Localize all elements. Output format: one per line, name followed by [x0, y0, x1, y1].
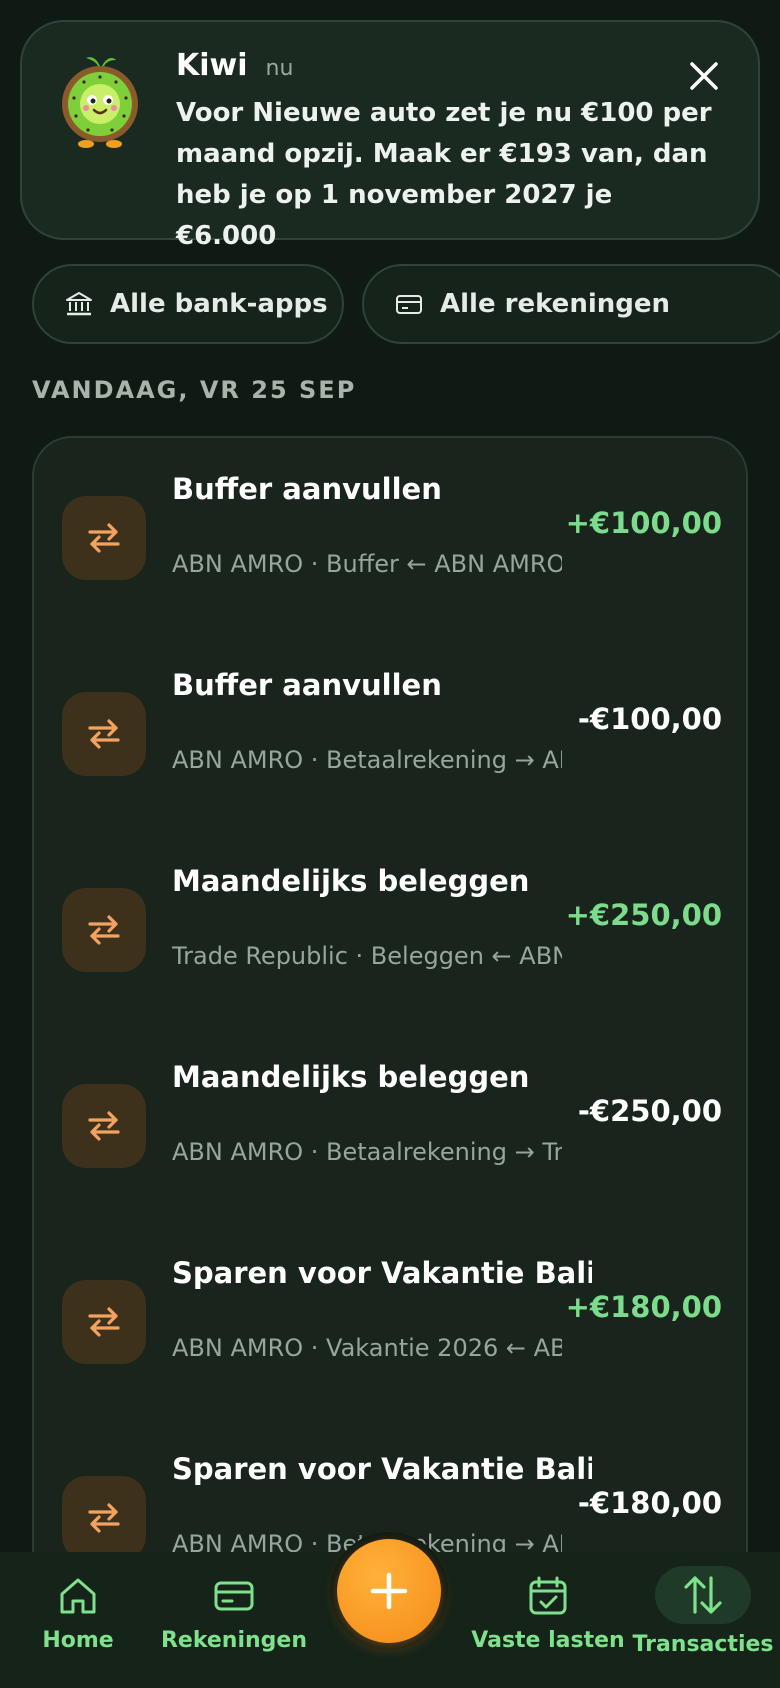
- transfer-icon-box: [62, 1280, 146, 1364]
- transaction-subtitle: Trade Republic · Beleggen ← ABN AMRO · B…: [172, 942, 562, 970]
- close-icon[interactable]: [686, 58, 722, 94]
- transaction-row[interactable]: Buffer aanvullen ABN AMRO · Buffer ← ABN…: [34, 438, 746, 634]
- transaction-amount: +€100,00: [565, 506, 722, 540]
- transaction-subtitle: ABN AMRO · Vakantie 2026 ← ABN AMRO · Be…: [172, 1334, 562, 1362]
- nav-transactions-label: Transacties: [632, 1632, 774, 1657]
- transaction-subtitle: ABN AMRO · Buffer ← ABN AMRO · Betaalrek…: [172, 550, 562, 578]
- filter-bar: Alle bank-apps Alle rekeningen: [32, 264, 780, 344]
- sort-arrows-icon: [684, 1576, 722, 1614]
- notification-app-name: Kiwi: [176, 48, 248, 83]
- transaction-amount: -€180,00: [577, 1486, 722, 1520]
- transfer-icon: [88, 1307, 120, 1337]
- notification-time: nu: [265, 56, 294, 81]
- transaction-amount: +€250,00: [565, 898, 722, 932]
- transfer-icon-box: [62, 496, 146, 580]
- nav-fixed-costs[interactable]: Vaste lasten: [471, 1574, 625, 1653]
- transfer-icon-box: [62, 1476, 146, 1560]
- add-button[interactable]: [337, 1539, 441, 1643]
- transaction-title: Maandelijks beleggen: [172, 1060, 530, 1094]
- nav-accounts-label: Rekeningen: [160, 1628, 308, 1653]
- filter-accounts-label: Alle rekeningen: [440, 289, 671, 319]
- plus-icon: [370, 1572, 408, 1610]
- transaction-row[interactable]: Maandelijks beleggen Trade Republic · Be…: [34, 830, 746, 1026]
- transaction-title: Buffer aanvullen: [172, 668, 442, 702]
- transfer-icon: [88, 1111, 120, 1141]
- nav-active-indicator: [655, 1566, 751, 1624]
- transaction-amount: +€180,00: [565, 1290, 722, 1324]
- filter-bank-apps-label: Alle bank-apps: [110, 289, 328, 319]
- transaction-subtitle: ABN AMRO · Betaalrekening → ABN AMRO · B…: [172, 746, 562, 774]
- transaction-amount: -€250,00: [577, 1094, 722, 1128]
- transfer-icon: [88, 523, 120, 553]
- transfer-icon-box: [62, 692, 146, 776]
- transfer-icon: [88, 1503, 120, 1533]
- nav-transactions[interactable]: Transacties: [633, 1566, 774, 1657]
- kiwi-mascot-icon: [62, 57, 138, 148]
- notification-banner[interactable]: Kiwi nu Voor Nieuwe auto zet je nu €100 …: [20, 20, 760, 251]
- transfer-icon-box: [62, 888, 146, 972]
- card-icon: [396, 295, 422, 314]
- notification-message: Voor Nieuwe auto zet je nu €100 per maan…: [176, 98, 712, 251]
- transaction-row[interactable]: Maandelijks beleggen ABN AMRO · Betaalre…: [34, 1026, 746, 1222]
- transaction-row[interactable]: Sparen voor Vakantie Bali ABN AMRO · Vak…: [34, 1222, 746, 1418]
- transaction-title: Sparen voor Vakantie Bali: [172, 1452, 592, 1486]
- nav-fixed-costs-label: Vaste lasten: [471, 1628, 625, 1653]
- filter-accounts[interactable]: Alle rekeningen: [362, 264, 780, 344]
- transaction-subtitle: ABN AMRO · Betaalrekening → Trade Republ…: [172, 1138, 562, 1166]
- transactions-card: Buffer aanvullen ABN AMRO · Buffer ← ABN…: [32, 436, 748, 1676]
- calendar-check-icon: [529, 1576, 567, 1615]
- nav-home[interactable]: Home: [38, 1574, 118, 1653]
- transfer-icon-box: [62, 1084, 146, 1168]
- bank-icon: [66, 292, 92, 316]
- transaction-row[interactable]: Buffer aanvullen ABN AMRO · Betaalrekeni…: [34, 634, 746, 830]
- transfer-icon: [88, 719, 120, 749]
- fab-container: [330, 1532, 448, 1650]
- card-icon: [214, 1581, 254, 1611]
- transaction-title: Buffer aanvullen: [172, 472, 442, 506]
- nav-accounts[interactable]: Rekeningen: [161, 1574, 307, 1653]
- transaction-title: Sparen voor Vakantie Bali: [172, 1256, 592, 1290]
- transfer-icon: [88, 915, 120, 945]
- filter-bank-apps[interactable]: Alle bank-apps: [32, 264, 344, 344]
- nav-home-label: Home: [42, 1628, 114, 1653]
- transaction-amount: -€100,00: [577, 702, 722, 736]
- date-header: VANDAAG, VR 25 SEP: [32, 376, 357, 404]
- home-icon: [60, 1578, 96, 1614]
- transaction-title: Maandelijks beleggen: [172, 864, 530, 898]
